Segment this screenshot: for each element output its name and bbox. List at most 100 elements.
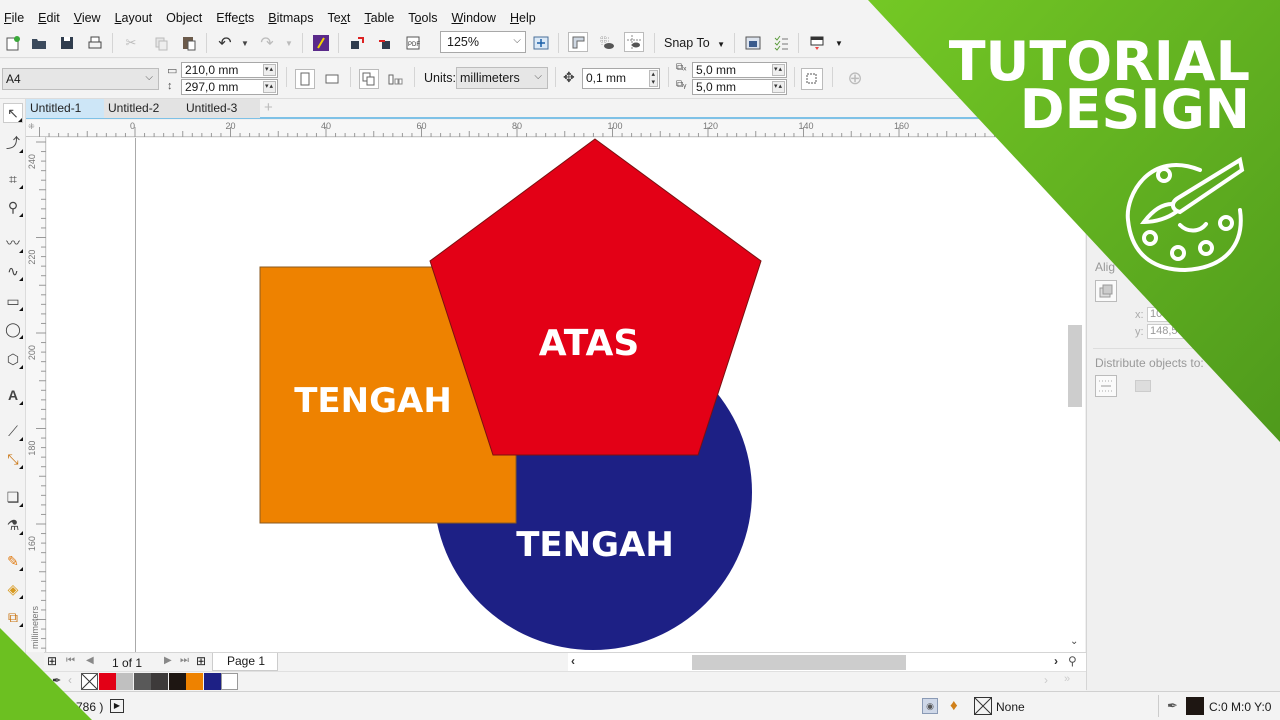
horizontal-ruler[interactable]: 0 20 40 60 80 100 120 140 160	[26, 120, 1086, 137]
ellipse-label[interactable]: TENGAH	[516, 525, 674, 565]
ruler-origin-icon[interactable]: ⁜	[28, 122, 35, 131]
add-page-after-icon[interactable]: ⊞	[196, 654, 206, 668]
palette-scroll-right-icon[interactable]: ›	[1044, 673, 1048, 687]
zoom-tool-icon[interactable]: ⚲	[3, 197, 23, 217]
menu-effects[interactable]: Effects	[216, 11, 254, 25]
last-page-icon[interactable]: ⏭	[180, 655, 189, 666]
portrait-icon[interactable]	[295, 69, 315, 89]
corel-connect-icon[interactable]	[312, 34, 330, 52]
rectangle-label[interactable]: TENGAH	[294, 381, 452, 421]
drawing-canvas[interactable]: TENGAH ATAS TENGAH	[47, 138, 1067, 652]
no-fill-swatch[interactable]	[974, 697, 992, 715]
y-field[interactable]: 148,5	[1147, 324, 1207, 339]
distribute-to-selection-icon[interactable]	[1095, 375, 1117, 397]
color-swatch[interactable]	[186, 673, 203, 690]
add-preset-icon[interactable]: ⊕	[846, 68, 864, 88]
text-tool-icon[interactable]: A	[3, 385, 23, 405]
outline-color-swatch[interactable]	[1186, 697, 1204, 715]
freehand-tool-icon[interactable]: 〰	[3, 233, 23, 253]
new-tab-plus-icon[interactable]: +	[264, 99, 273, 116]
menu-window[interactable]: Window	[451, 11, 495, 25]
page-width-field[interactable]: 210,0 mm ▾▴	[181, 62, 278, 78]
menu-bitmaps[interactable]: Bitmaps	[268, 11, 313, 25]
redo-dropdown-icon[interactable]: ▼	[280, 34, 298, 52]
scroll-down-icon[interactable]: ⌄	[1070, 636, 1078, 647]
export-icon[interactable]	[376, 34, 394, 52]
distribute-to-page-icon[interactable]	[1135, 380, 1151, 392]
polygon-tool-icon[interactable]: ⬡	[3, 349, 23, 369]
x-field[interactable]: 10	[1147, 307, 1207, 322]
duplicate-y-field[interactable]: 5,0 mm ▾▴	[692, 79, 787, 95]
shape-tool-icon[interactable]: ⤴	[3, 133, 23, 153]
landscape-icon[interactable]	[323, 70, 341, 88]
transparency-tool-icon[interactable]: ⚗	[3, 515, 23, 535]
vertical-scroll-thumb[interactable]	[1068, 325, 1082, 407]
paste-icon[interactable]	[180, 34, 198, 52]
horizontal-scroll-thumb[interactable]	[692, 655, 906, 670]
tab-untitled-1[interactable]: Untitled-1	[26, 99, 104, 118]
palette-expand-icon[interactable]: »	[1064, 673, 1070, 685]
pick-tool-icon[interactable]: ↖	[3, 103, 23, 123]
page-height-field[interactable]: 297,0 mm ▾▴	[181, 79, 278, 95]
page-tab[interactable]: Page 1	[212, 653, 278, 671]
duplicate-x-field[interactable]: 5,0 mm ▾▴	[692, 62, 787, 78]
launcher-dropdown-icon[interactable]: ▼	[830, 34, 848, 52]
color-swatch[interactable]	[168, 673, 186, 690]
all-pages-icon[interactable]	[359, 69, 379, 89]
color-swatch[interactable]	[151, 673, 168, 690]
pentagon-label[interactable]: ATAS	[539, 323, 640, 364]
print-icon[interactable]	[86, 34, 104, 52]
nudge-distance-field[interactable]: 0,1 mm ▴ ▾	[582, 68, 660, 89]
menu-layout[interactable]: Layout	[115, 11, 153, 25]
status-expand-icon[interactable]: ▶	[110, 699, 124, 713]
next-page-icon[interactable]: ▶	[164, 655, 172, 666]
menu-help[interactable]: Help	[510, 11, 536, 25]
import-icon[interactable]	[348, 34, 366, 52]
nudge-spinner[interactable]: ▴ ▾	[649, 70, 658, 87]
color-swatch[interactable]	[116, 673, 133, 690]
tab-untitled-3[interactable]: Untitled-3	[182, 99, 260, 118]
scroll-right-icon[interactable]: ›	[1054, 654, 1058, 668]
horizontal-scrollbar[interactable]: ‹ › ⚲	[568, 652, 1086, 671]
color-proofing-icon[interactable]: ◉	[922, 698, 938, 714]
color-swatch[interactable]	[133, 673, 151, 690]
welcome-screen-icon[interactable]	[744, 34, 762, 52]
full-screen-preview-icon[interactable]	[532, 34, 550, 52]
artistic-media-icon[interactable]: ∿	[3, 261, 23, 281]
menu-file[interactable]: File	[4, 11, 24, 25]
menu-edit[interactable]: Edit	[38, 11, 60, 25]
menu-text[interactable]: Text	[327, 11, 350, 25]
scroll-left-icon[interactable]: ‹	[571, 654, 575, 668]
menu-view[interactable]: View	[74, 11, 101, 25]
show-guidelines-icon[interactable]	[624, 32, 644, 52]
first-page-icon[interactable]: ⏮	[66, 655, 75, 666]
tab-untitled-2[interactable]: Untitled-2	[104, 99, 182, 118]
units-select[interactable]: millimeters ⌵	[456, 67, 548, 89]
page-width-spinner[interactable]: ▾▴	[262, 64, 276, 76]
treat-as-filled-icon[interactable]	[801, 68, 823, 90]
no-color-swatch[interactable]	[81, 673, 98, 690]
crop-tool-icon[interactable]: ⌗	[3, 169, 23, 189]
color-swatch[interactable]	[98, 673, 116, 690]
paper-size-select[interactable]: A4 ⌵	[2, 68, 159, 90]
snap-to-dropdown[interactable]: Snap To ▼	[664, 36, 725, 50]
options-icon[interactable]	[772, 34, 790, 52]
application-launcher-icon[interactable]	[808, 34, 826, 52]
eyedropper-icon[interactable]: ✒	[52, 674, 61, 687]
menu-table[interactable]: Table	[364, 11, 394, 25]
interactive-fill-icon[interactable]: ◈	[3, 579, 23, 599]
open-icon[interactable]	[30, 34, 48, 52]
drop-shadow-icon[interactable]: ❑	[3, 487, 23, 507]
vertical-ruler[interactable]: 240 220 200 180 160 millimeters	[26, 137, 46, 652]
save-icon[interactable]	[58, 34, 76, 52]
show-rulers-icon[interactable]	[568, 32, 588, 52]
zoom-level-select[interactable]: 125% ⌵	[440, 31, 526, 53]
menu-tools[interactable]: Tools	[408, 11, 437, 25]
smart-fill-icon[interactable]: ⧉	[3, 607, 23, 627]
vertical-scrollbar[interactable]: ⌄	[1067, 138, 1085, 652]
page-height-spinner[interactable]: ▾▴	[262, 81, 276, 93]
previous-page-icon[interactable]: ◀	[86, 655, 94, 666]
align-to-icon[interactable]	[1095, 280, 1117, 302]
color-swatch[interactable]	[203, 673, 221, 690]
current-page-icon[interactable]	[387, 70, 405, 88]
